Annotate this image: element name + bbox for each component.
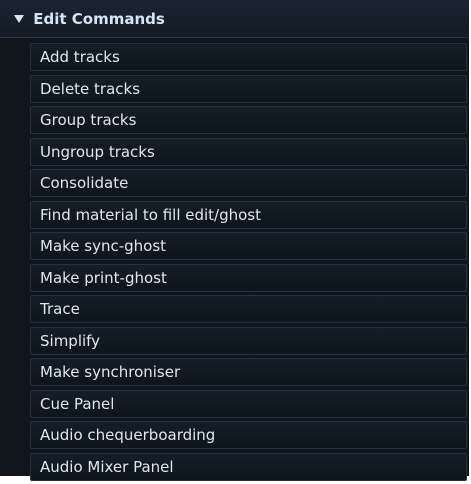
command-trace[interactable]: Trace: [30, 295, 467, 323]
command-make-synchroniser[interactable]: Make synchroniser: [30, 358, 467, 386]
triangle-down-icon[interactable]: [14, 15, 24, 23]
command-audio-chequerboarding[interactable]: Audio chequerboarding: [30, 421, 467, 449]
edit-commands-list: Add tracks Delete tracks Group tracks Un…: [30, 43, 467, 484]
command-consolidate[interactable]: Consolidate: [30, 169, 467, 197]
edit-commands-header[interactable]: Edit Commands: [0, 0, 469, 38]
section-title: Edit Commands: [33, 10, 165, 28]
command-make-sync-ghost[interactable]: Make sync-ghost: [30, 232, 467, 260]
command-delete-tracks[interactable]: Delete tracks: [30, 74, 467, 103]
command-find-material[interactable]: Find material to fill edit/ghost: [30, 200, 467, 229]
command-simplify[interactable]: Simplify: [30, 326, 467, 355]
command-add-tracks[interactable]: Add tracks: [30, 43, 467, 71]
command-ungroup-tracks[interactable]: Ungroup tracks: [30, 137, 467, 166]
edit-commands-panel: Edit Commands Add tracks Delete tracks G…: [0, 0, 469, 481]
command-group-tracks[interactable]: Group tracks: [30, 106, 467, 134]
command-audio-mixer-panel[interactable]: Audio Mixer Panel: [30, 452, 467, 481]
command-make-print-ghost[interactable]: Make print-ghost: [30, 263, 467, 292]
command-cue-panel[interactable]: Cue Panel: [30, 389, 467, 418]
